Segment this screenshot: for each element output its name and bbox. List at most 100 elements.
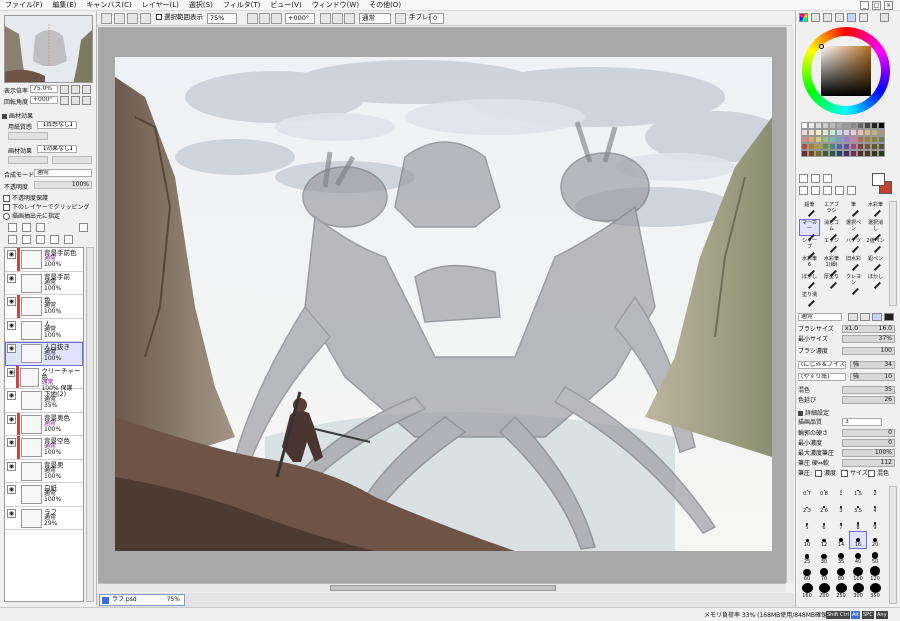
brush-size-preset[interactable]: 14	[833, 532, 849, 548]
color-swatch[interactable]	[815, 143, 822, 150]
color-swatch[interactable]	[822, 136, 829, 143]
hsv-slider-mode-icon[interactable]	[823, 13, 832, 22]
texture-strength-slider[interactable]: 強 10	[850, 373, 895, 381]
brush-shape-hard-icon[interactable]	[848, 313, 858, 321]
brush-shape-select[interactable]: (にじみ＆ノイズ)	[798, 361, 846, 369]
brush-size-preset[interactable]: 3.5	[850, 498, 866, 514]
color-swatch[interactable]	[850, 122, 857, 129]
canvas-area[interactable]	[98, 27, 786, 583]
blend-select[interactable]: 通常	[34, 169, 92, 177]
folder-icon[interactable]	[36, 223, 45, 232]
hand-icon[interactable]	[823, 186, 832, 195]
rotate-icon[interactable]	[835, 186, 844, 195]
menu-view[interactable]: ビュー(V)	[265, 0, 306, 10]
brush-size-preset[interactable]: 2.6	[816, 498, 832, 514]
color-swatch[interactable]	[822, 143, 829, 150]
brush-size-preset[interactable]: 2	[867, 481, 883, 497]
pressure-mix-checkbox[interactable]: 混色	[868, 469, 889, 478]
menu-window[interactable]: ウィンドウ(W)	[307, 0, 364, 10]
merge-down-icon[interactable]	[22, 235, 31, 244]
brush-size-preset[interactable]: 30	[816, 549, 832, 565]
layer-row[interactable]: ◉ クリーチャー色 通常 100% 保護	[5, 365, 83, 391]
brush-size-preset[interactable]: 35	[833, 549, 849, 565]
right-panel-scrollbar[interactable]	[889, 486, 897, 604]
trash-icon[interactable]	[50, 235, 59, 244]
brush-tool[interactable]: 水彩筆	[865, 201, 886, 218]
color-swatch[interactable]	[843, 129, 850, 136]
layer-row[interactable]: ◉ 背景空色 通常 100%	[5, 436, 83, 460]
color-swatch[interactable]	[864, 129, 871, 136]
nav-zoom-out-button[interactable]	[60, 85, 69, 94]
color-swatch[interactable]	[808, 143, 815, 150]
brush-size-preset[interactable]: 3	[833, 498, 849, 514]
color-swatch[interactable]	[864, 150, 871, 157]
menu-edit[interactable]: 編集(E)	[48, 0, 82, 10]
horizontal-scroll-thumb[interactable]	[330, 585, 556, 591]
brush-tool[interactable]: エッジ	[821, 237, 842, 254]
zoom-out-icon[interactable]	[259, 13, 270, 24]
pressure-size-checkbox[interactable]: サイズ	[841, 469, 868, 478]
brush-size-preset[interactable]: 9	[867, 515, 883, 531]
eye-icon[interactable]: ◉	[7, 297, 16, 306]
layer-list-scrollbar[interactable]	[86, 247, 94, 602]
color-swatch[interactable]	[801, 122, 808, 129]
color-panel-menu-icon[interactable]	[880, 13, 889, 22]
color-swatch[interactable]	[801, 150, 808, 157]
opacity-protect-checkbox[interactable]: 不透明度保護	[3, 193, 48, 202]
layer-row[interactable]: ◉ 人通常 100%	[5, 319, 83, 342]
brush-size-preset[interactable]: 0.7	[799, 481, 815, 497]
color-swatch[interactable]	[878, 122, 885, 129]
swatch-mode-icon[interactable]	[847, 13, 856, 22]
quality-select[interactable]: 3	[842, 418, 882, 426]
color-swatch[interactable]	[829, 150, 836, 157]
stabilizer-select[interactable]: 0	[430, 13, 444, 24]
layer-row[interactable]: ◉ 背景手前 通常 100%	[5, 272, 83, 295]
nav-zoom-reset-button[interactable]	[82, 85, 91, 94]
blend-mode-select[interactable]: 通常	[359, 13, 391, 24]
brush-size-preset[interactable]: 100	[850, 566, 866, 582]
brush-size-preset[interactable]: 16	[849, 531, 867, 549]
effect-width-bar[interactable]	[52, 156, 92, 164]
color-swatch[interactable]	[864, 136, 871, 143]
menu-other[interactable]: その他(O)	[364, 0, 406, 10]
color-swatch[interactable]	[871, 150, 878, 157]
brush-size-preset[interactable]: 4	[867, 498, 883, 514]
layer-menu-icon[interactable]	[79, 223, 88, 232]
color-swatch[interactable]	[871, 129, 878, 136]
brush-size-preset[interactable]: 20	[867, 532, 883, 548]
new-layer-set-icon[interactable]	[22, 223, 31, 232]
brush-tool[interactable]: 選択消し	[865, 219, 886, 241]
mix-slider[interactable]: 35	[842, 386, 895, 394]
color-swatch[interactable]	[822, 150, 829, 157]
density-slider[interactable]: 100	[842, 347, 895, 355]
brush-size-preset[interactable]: 120	[867, 566, 883, 582]
color-swatch[interactable]	[801, 136, 808, 143]
color-swatch[interactable]	[864, 122, 871, 129]
color-swatch[interactable]	[829, 129, 836, 136]
brush-size-preset[interactable]: 25	[799, 549, 815, 565]
layer-row[interactable]: ◉ 白紙 通常 100%	[5, 483, 83, 507]
magic-wand-icon[interactable]	[823, 174, 832, 183]
nav-rotation-field[interactable]: +000°	[30, 96, 58, 104]
eye-icon[interactable]: ◉	[7, 273, 16, 283]
merge-image-icon[interactable]	[36, 235, 45, 244]
undo-icon[interactable]	[101, 13, 112, 24]
eye-icon[interactable]: ◉	[7, 414, 16, 424]
brush-size-preset[interactable]: 350	[867, 583, 883, 599]
menu-selection[interactable]: 選択(S)	[184, 0, 218, 10]
color-swatch[interactable]	[864, 143, 871, 150]
paper-strength-bar[interactable]	[8, 132, 48, 140]
color-swatch[interactable]	[843, 136, 850, 143]
color-swatch[interactable]	[878, 150, 885, 157]
color-swatches[interactable]	[801, 122, 887, 172]
brush-tool[interactable]: 厚塗り	[821, 273, 842, 290]
brush-size-preset[interactable]: 2.3	[799, 498, 815, 514]
rotation-select[interactable]: +000°	[285, 13, 315, 24]
color-swatch[interactable]	[801, 129, 808, 136]
brush-tool[interactable]: バケツ	[843, 237, 864, 254]
brush-tool[interactable]: 水彩筆 6	[799, 255, 820, 277]
brush-size-preset[interactable]: 8	[850, 515, 866, 531]
brush-tool[interactable]	[865, 291, 886, 308]
brush-tool[interactable]	[843, 291, 864, 308]
color-swatch[interactable]	[878, 129, 885, 136]
